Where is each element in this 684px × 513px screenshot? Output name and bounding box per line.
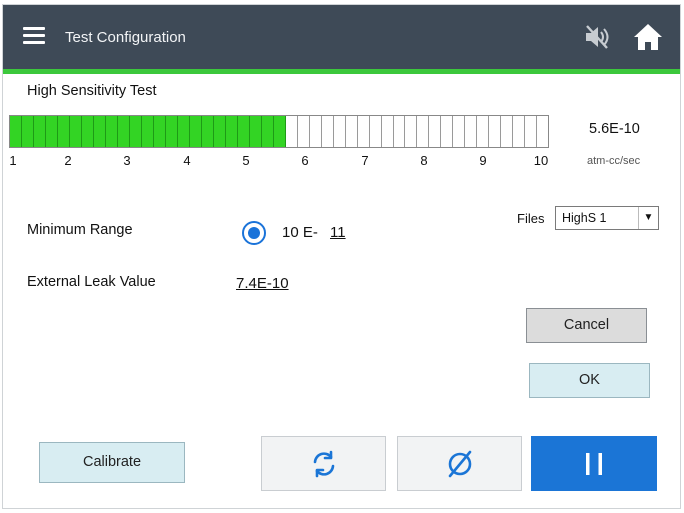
scale-tick-label: 8 — [420, 153, 428, 168]
bar-segment-filled — [153, 116, 166, 147]
files-selected-value: HighS 1 — [562, 211, 607, 225]
scale-tick-label: 2 — [64, 153, 72, 168]
header-accent-stripe — [3, 69, 680, 74]
bar-segment-empty — [417, 116, 430, 147]
pause-button[interactable] — [531, 436, 657, 491]
bar-segment-empty — [453, 116, 466, 147]
bar-segment-filled — [57, 116, 70, 147]
scale-tick-label: 4 — [183, 153, 191, 168]
bar-segment-empty — [501, 116, 514, 147]
bar-segment-empty — [477, 116, 490, 147]
bar-segment-filled — [10, 116, 22, 147]
dropdown-arrow-icon[interactable]: ▼ — [638, 207, 658, 229]
scale-tick-label: 9 — [479, 153, 487, 168]
bar-scale: 1 2 3 4 5 6 7 8 9 10 — [3, 153, 563, 171]
bar-segment-empty — [357, 116, 370, 147]
radio-selected-dot — [248, 227, 260, 239]
bar-segment-empty — [285, 116, 298, 147]
bar-segment-empty — [489, 116, 502, 147]
bar-segment-empty — [393, 116, 406, 147]
bar-segment-filled — [33, 116, 46, 147]
bar-segment-filled — [45, 116, 58, 147]
cancel-button[interactable]: Cancel — [526, 308, 647, 343]
leak-rate-reading: 5.6E-10 — [589, 121, 640, 137]
bar-segment-empty — [537, 116, 549, 147]
bar-segment-empty — [429, 116, 442, 147]
scale-tick-label: 6 — [301, 153, 309, 168]
bar-segment-filled — [177, 116, 190, 147]
top-bar: Test Configuration — [3, 5, 680, 69]
bar-segment-empty — [513, 116, 526, 147]
bar-segment-filled — [201, 116, 214, 147]
sensitivity-bar-graph — [9, 115, 549, 148]
bar-segment-empty — [333, 116, 346, 147]
hamburger-menu-icon[interactable] — [23, 27, 47, 47]
external-leak-value-field[interactable]: 7.4E-10 — [236, 275, 289, 292]
ok-button[interactable]: OK — [529, 363, 650, 398]
null-zero-icon — [448, 450, 471, 477]
bar-segment-empty — [465, 116, 478, 147]
bar-segment-empty — [441, 116, 454, 147]
bar-segment-filled — [249, 116, 262, 147]
external-leak-label: External Leak Value — [27, 274, 156, 290]
scale-tick-label: 1 — [9, 153, 17, 168]
leak-rate-unit: atm-cc/sec — [587, 155, 641, 167]
minimum-range-radio[interactable] — [242, 221, 266, 245]
bar-segment-filled — [129, 116, 142, 147]
bar-segment-filled — [81, 116, 94, 147]
bar-segment-filled — [141, 116, 154, 147]
bar-segment-filled — [117, 116, 130, 147]
scale-tick-label: 7 — [361, 153, 369, 168]
refresh-icon — [313, 450, 334, 477]
minimum-range-label: Minimum Range — [27, 222, 133, 238]
scale-tick-label: 3 — [123, 153, 131, 168]
bar-segment-filled — [261, 116, 274, 147]
zero-button[interactable] — [397, 436, 522, 491]
files-dropdown[interactable]: HighS 1 ▼ — [555, 206, 659, 230]
scale-tick-label: 10 — [533, 153, 549, 168]
bar-segment-empty — [369, 116, 382, 147]
scale-tick-label: 5 — [242, 153, 250, 168]
bar-segment-filled — [213, 116, 226, 147]
bar-segment-filled — [189, 116, 202, 147]
bar-segment-filled — [69, 116, 82, 147]
bar-segment-empty — [405, 116, 418, 147]
bar-segment-filled — [105, 116, 118, 147]
test-title: High Sensitivity Test — [27, 83, 157, 99]
bar-segment-empty — [297, 116, 310, 147]
minimum-range-exponent-field[interactable]: 11 — [330, 224, 346, 241]
calibrate-button[interactable]: Calibrate — [39, 442, 185, 483]
bar-segment-filled — [225, 116, 238, 147]
minimum-range-prefix: 10 E- — [282, 224, 318, 241]
bar-segment-empty — [309, 116, 322, 147]
pause-icon — [586, 452, 602, 475]
bar-segment-filled — [93, 116, 106, 147]
speaker-muted-icon[interactable] — [583, 24, 611, 50]
home-icon[interactable] — [632, 22, 664, 52]
bar-segment-empty — [525, 116, 538, 147]
files-label: Files — [517, 211, 545, 226]
bar-segment-filled — [21, 116, 34, 147]
bar-segment-empty — [345, 116, 358, 147]
bar-segment-filled — [273, 116, 286, 147]
bar-segment-empty — [381, 116, 394, 147]
app-window: Test Configuration High Sensitivity Test… — [2, 4, 681, 509]
bar-segment-filled — [237, 116, 250, 147]
page-title: Test Configuration — [65, 29, 186, 46]
refresh-button[interactable] — [261, 436, 386, 491]
bar-segment-filled — [165, 116, 178, 147]
bar-segment-empty — [321, 116, 334, 147]
